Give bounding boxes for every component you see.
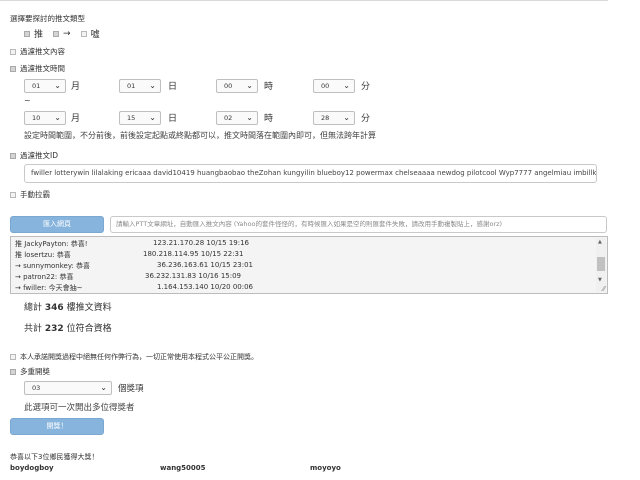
resize-handle-icon[interactable]: ⁄⁄ bbox=[603, 285, 605, 293]
multi-prize-note: 此選項可一次開出多位得獎者 bbox=[24, 403, 135, 413]
chevron-down-icon: ⌄ bbox=[54, 113, 61, 122]
filter-time-row: 過濾推文時間 bbox=[10, 63, 65, 74]
type-boo-label: 噓 bbox=[90, 30, 100, 40]
end-month-select[interactable]: 10 ⌄ bbox=[24, 111, 66, 125]
import-webpage-button[interactable]: 匯入網頁 bbox=[10, 216, 104, 233]
type-arrow-checkbox[interactable] bbox=[53, 30, 60, 37]
end-month-unit: 月 bbox=[71, 114, 81, 124]
manual-lottery-checkbox[interactable] bbox=[10, 191, 16, 198]
comment-meta: 1.164.153.140 10/20 00:06 bbox=[157, 283, 254, 291]
start-minute-select[interactable]: 00 ⌄ bbox=[313, 79, 355, 93]
multi-prize-row: 多重開獎 bbox=[10, 366, 50, 377]
multi-prize-label: 多重開獎 bbox=[20, 367, 50, 376]
comment-line: 推 JackyPayton: 恭喜! bbox=[15, 240, 88, 248]
chevron-down-icon: ⌄ bbox=[149, 81, 156, 90]
start-hour-select[interactable]: 00 ⌄ bbox=[216, 79, 258, 93]
start-minute-unit: 分 bbox=[361, 82, 371, 92]
start-hour-unit: 時 bbox=[264, 82, 274, 92]
filter-time-label: 過濾推文時間 bbox=[20, 64, 65, 73]
disclaimer-checkbox[interactable] bbox=[10, 354, 16, 360]
filter-content-label: 過濾推文內容 bbox=[20, 47, 65, 56]
comment-line: → fwiller: 今天會抽~ bbox=[15, 284, 83, 292]
type-push-label: 推 bbox=[34, 30, 44, 40]
winners-heading: 恭喜以下3位鄉民獲得大獎！ bbox=[10, 453, 99, 461]
chevron-down-icon: ⌄ bbox=[343, 113, 350, 122]
end-day-unit: 日 bbox=[168, 114, 178, 124]
winner-3: moyoyo bbox=[310, 464, 341, 472]
type-boo-checkbox[interactable] bbox=[80, 30, 87, 37]
qualified-stat: 共計 232 位符合資格 bbox=[24, 324, 112, 334]
time-range-tilde: ~ bbox=[24, 96, 31, 105]
chevron-down-icon: ⌄ bbox=[246, 81, 253, 90]
filter-content-row: 過濾推文內容 bbox=[10, 46, 65, 57]
winner-2: wang50005 bbox=[160, 464, 206, 472]
post-type-heading: 選擇要探討的推文類型 bbox=[10, 14, 85, 23]
comment-line: 推 losertzu: 恭喜 bbox=[15, 251, 71, 259]
time-range-note: 設定時間範圍，不分前後，前後設定起點或終點都可以，推文時間落在範圍內即可，但無法… bbox=[24, 131, 376, 140]
ptt-url-input[interactable]: 請輸入PTT文章網址，自動匯入推文內容 (Yahoo的套件怪怪的，有時候匯入如果… bbox=[110, 216, 607, 233]
prize-count-select[interactable]: 03 ⌄ bbox=[24, 381, 112, 395]
manual-lottery-label: 手動拉霸 bbox=[20, 190, 50, 199]
filter-id-checkbox[interactable] bbox=[10, 152, 16, 159]
post-type-options: 推 → 噓 bbox=[24, 27, 100, 40]
manual-lottery-row: 手動拉霸 bbox=[10, 189, 50, 200]
start-day-select[interactable]: 01 ⌄ bbox=[119, 79, 161, 93]
prize-unit: 個獎項 bbox=[118, 384, 144, 394]
filter-id-input[interactable]: fwiller lotterywin lilalaking ericaaa da… bbox=[24, 164, 597, 183]
filter-content-checkbox[interactable] bbox=[10, 48, 16, 55]
start-month-unit: 月 bbox=[71, 82, 81, 92]
scroll-down-icon[interactable]: ▼ bbox=[598, 277, 602, 283]
chevron-down-icon: ⌄ bbox=[100, 383, 107, 392]
total-stat: 總計 346 樓推文資料 bbox=[24, 303, 112, 313]
end-hour-select[interactable]: 02 ⌄ bbox=[216, 111, 258, 125]
total-count: 346 bbox=[44, 303, 64, 313]
filter-id-label: 過濾推文ID bbox=[20, 151, 58, 160]
start-day-unit: 日 bbox=[168, 82, 178, 92]
disclaimer-row: 本人承諾開獎過程中絕無任何作弊行為，一切正常使用本程式公平公正開獎。 bbox=[10, 352, 258, 362]
comments-textarea[interactable]: 推 JackyPayton: 恭喜! 123.21.170.28 10/15 19… bbox=[10, 236, 608, 294]
end-minute-unit: 分 bbox=[361, 114, 371, 124]
scroll-thumb[interactable] bbox=[597, 257, 605, 271]
top-divider bbox=[0, 0, 608, 1]
end-minute-select[interactable]: 28 ⌄ bbox=[313, 111, 355, 125]
chevron-down-icon: ⌄ bbox=[149, 113, 156, 122]
type-push-checkbox[interactable] bbox=[24, 30, 30, 37]
draw-button[interactable]: 開獎！ bbox=[10, 418, 104, 435]
comment-meta: 180.218.114.95 10/15 22:31 bbox=[143, 250, 244, 258]
chevron-down-icon: ⌄ bbox=[246, 113, 253, 122]
scroll-up-icon[interactable]: ▲ bbox=[598, 239, 602, 245]
end-hour-unit: 時 bbox=[264, 114, 274, 124]
chevron-down-icon: ⌄ bbox=[54, 81, 61, 90]
filter-id-row: 過濾推文ID bbox=[10, 150, 58, 161]
comment-meta: 123.21.170.28 10/15 19:16 bbox=[153, 239, 250, 247]
filter-time-checkbox[interactable] bbox=[10, 65, 16, 72]
winner-1: boydogboy bbox=[10, 464, 54, 472]
comment-line: → sunnymonkey: 恭喜 bbox=[15, 262, 91, 270]
type-arrow-label: → bbox=[63, 28, 71, 39]
chevron-down-icon: ⌄ bbox=[343, 81, 350, 90]
comment-meta: 36.236.163.61 10/15 23:01 bbox=[157, 261, 254, 269]
comment-line: → patron22: 恭喜 bbox=[15, 273, 74, 281]
start-month-select[interactable]: 01 ⌄ bbox=[24, 79, 66, 93]
end-day-select[interactable]: 15 ⌄ bbox=[119, 111, 161, 125]
comment-meta: 36.232.131.83 10/16 15:09 bbox=[145, 272, 242, 280]
multi-prize-checkbox[interactable] bbox=[10, 368, 16, 375]
comments-scrollbar[interactable]: ▲ ▼ bbox=[596, 238, 606, 292]
disclaimer-label: 本人承諾開獎過程中絕無任何作弊行為，一切正常使用本程式公平公正開獎。 bbox=[20, 353, 258, 361]
qualified-count: 232 bbox=[44, 324, 64, 334]
